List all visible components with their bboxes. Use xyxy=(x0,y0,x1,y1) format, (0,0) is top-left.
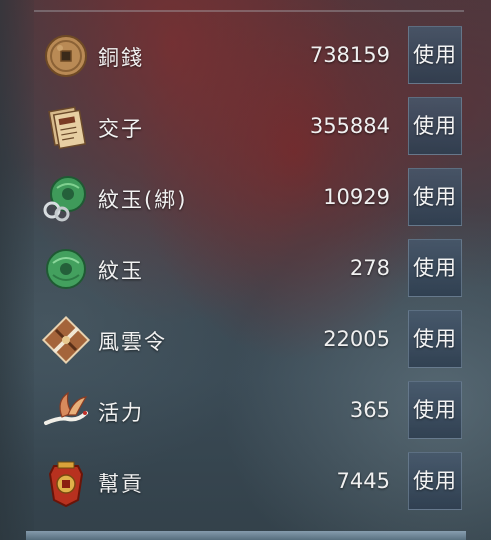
guild-token-icon xyxy=(38,454,94,510)
currency-name: 活力 xyxy=(98,401,144,425)
currency-row-vitality: 活力 365 使用 xyxy=(34,381,464,443)
currency-name: 幫貢 xyxy=(98,472,144,496)
currency-name: 風雲令 xyxy=(98,330,167,354)
bottom-tab-bar[interactable] xyxy=(26,531,466,540)
currency-row-fengyun: 風雲令 22005 使用 xyxy=(34,310,464,372)
currency-row-jiaozi: 交子 355884 使用 xyxy=(34,97,464,159)
crossed-swords-token-icon xyxy=(38,312,94,368)
use-button-jiaozi[interactable]: 使用 xyxy=(408,97,462,155)
jade-icon xyxy=(38,241,94,297)
crane-bird-icon xyxy=(38,383,94,439)
currency-row-guild: 幫貢 7445 使用 xyxy=(34,452,464,514)
use-button-jade[interactable]: 使用 xyxy=(408,239,462,297)
left-shade xyxy=(0,0,34,540)
currency-name: 紋玉 xyxy=(98,259,144,283)
currency-name: 銅錢 xyxy=(98,46,144,70)
bound-jade-icon xyxy=(38,170,94,226)
currency-row-copper: 銅錢 738159 使用 xyxy=(34,26,464,88)
currency-count: 738159 xyxy=(309,43,390,67)
currency-count: 10929 xyxy=(323,185,390,209)
currency-panel: 銅錢 738159 使用 交子 355884 使用 紋玉(綁) 10929 使用… xyxy=(34,20,491,540)
currency-count: 278 xyxy=(349,256,390,280)
currency-name: 交子 xyxy=(98,117,144,141)
currency-count: 22005 xyxy=(323,327,390,351)
currency-count: 355884 xyxy=(309,114,390,138)
currency-count: 7445 xyxy=(336,469,390,493)
currency-count: 365 xyxy=(349,398,390,422)
paper-money-icon xyxy=(38,99,94,155)
currency-name: 紋玉(綁) xyxy=(98,188,188,212)
panel-top-divider xyxy=(34,10,464,12)
use-button-copper[interactable]: 使用 xyxy=(408,26,462,84)
currency-row-jade: 紋玉 278 使用 xyxy=(34,239,464,301)
use-button-fengyun[interactable]: 使用 xyxy=(408,310,462,368)
use-button-guild[interactable]: 使用 xyxy=(408,452,462,510)
use-button-bound-jade[interactable]: 使用 xyxy=(408,168,462,226)
currency-row-bound-jade: 紋玉(綁) 10929 使用 xyxy=(34,168,464,230)
copper-coin-icon xyxy=(38,28,94,84)
use-button-vitality[interactable]: 使用 xyxy=(408,381,462,439)
